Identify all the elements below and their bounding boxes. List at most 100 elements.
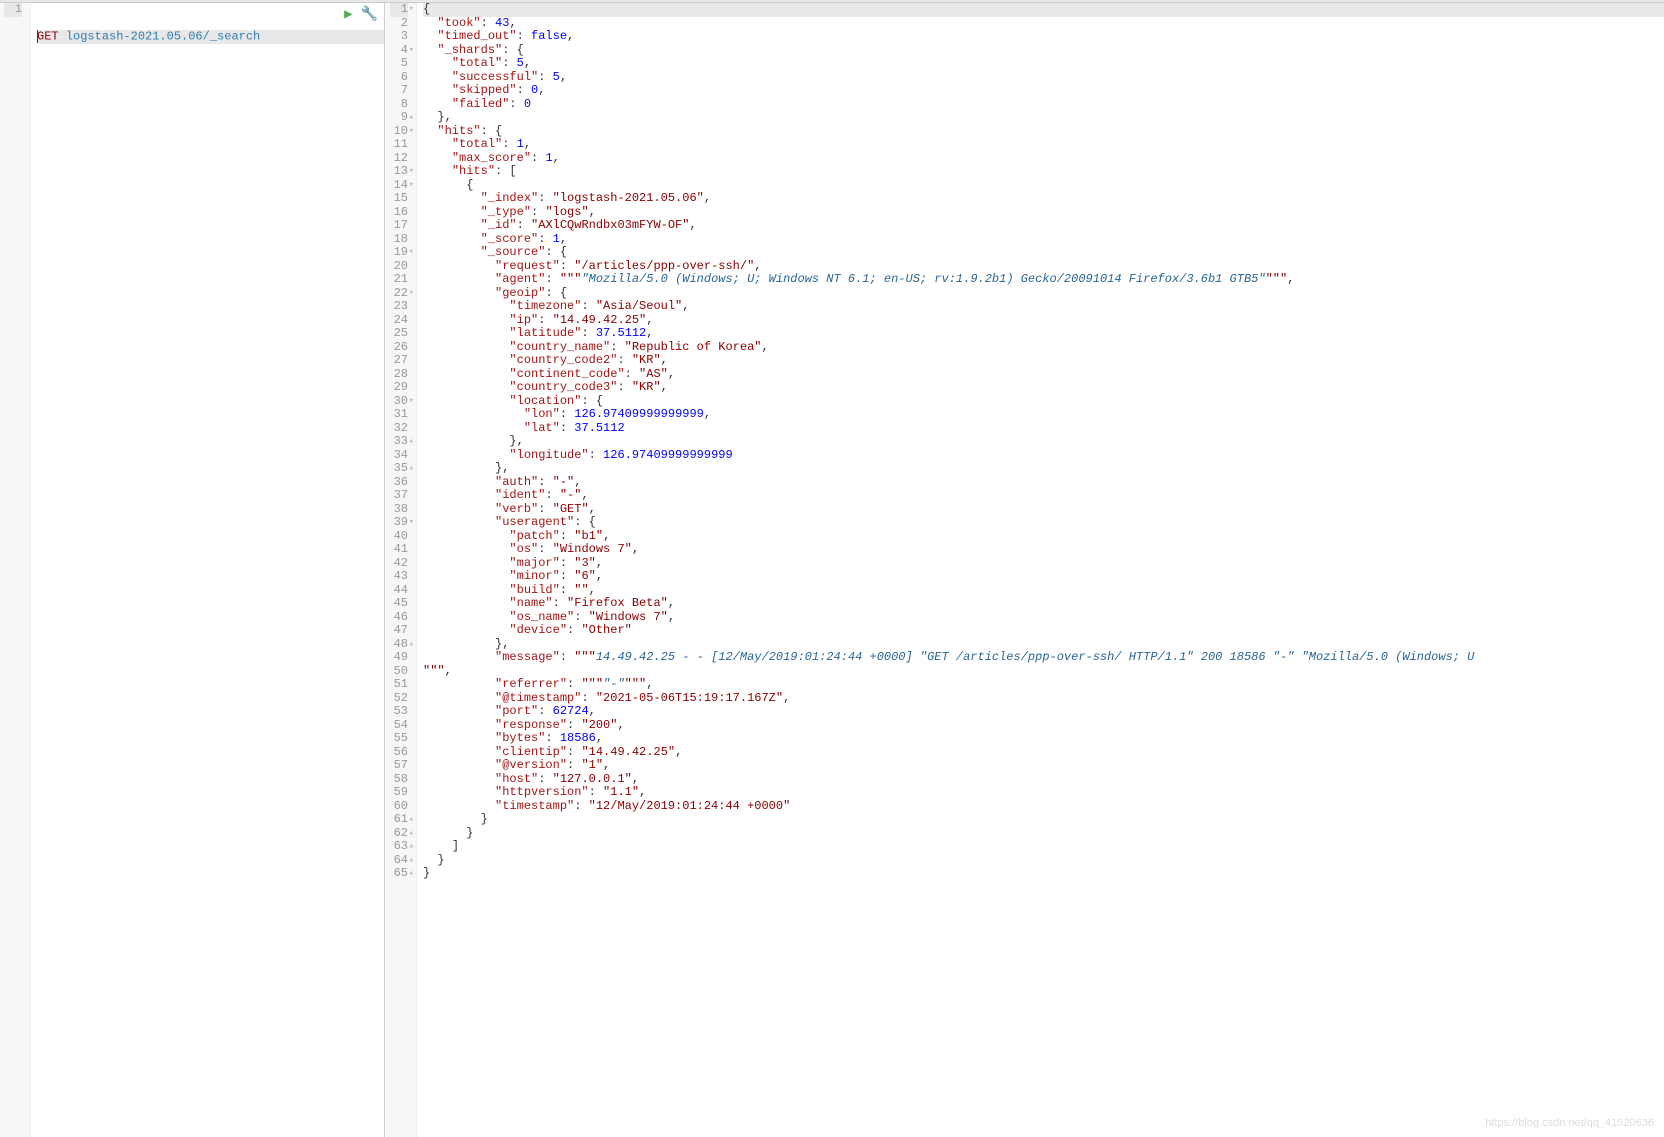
code-line[interactable]: "longitude": 126.97409999999999 <box>423 449 1664 463</box>
code-line[interactable]: "os": "Windows 7", <box>423 543 1664 557</box>
code-line[interactable]: }, <box>423 462 1664 476</box>
code-line[interactable]: { <box>423 179 1664 193</box>
code-line[interactable]: }, <box>423 435 1664 449</box>
fold-toggle-icon[interactable]: ▾ <box>409 165 414 179</box>
fold-toggle-icon[interactable]: ▴ <box>409 813 414 827</box>
fold-toggle-icon[interactable]: ▴ <box>409 854 414 868</box>
code-line[interactable]: "port": 62724, <box>423 705 1664 719</box>
code-line[interactable]: "latitude": 37.5112, <box>423 327 1664 341</box>
code-line[interactable]: "failed": 0 <box>423 98 1664 112</box>
code-line[interactable]: "_source": { <box>423 246 1664 260</box>
code-line[interactable]: "total": 1, <box>423 138 1664 152</box>
code-line[interactable]: "referrer": """"-"""", <box>423 678 1664 692</box>
code-line[interactable]: "lat": 37.5112 <box>423 422 1664 436</box>
fold-toggle-icon[interactable]: ▴ <box>409 840 414 854</box>
code-line[interactable]: }, <box>423 111 1664 125</box>
code-line[interactable]: "lon": 126.97409999999999, <box>423 408 1664 422</box>
code-line[interactable]: "device": "Other" <box>423 624 1664 638</box>
fold-toggle-icon[interactable]: ▴ <box>409 435 414 449</box>
token-pad <box>423 407 524 421</box>
fold-toggle-icon[interactable]: ▾ <box>409 44 414 58</box>
code-line[interactable]: "@timestamp": "2021-05-06T15:19:17.167Z"… <box>423 692 1664 706</box>
code-line[interactable]: """, <box>423 665 1664 679</box>
code-line[interactable]: ] <box>423 840 1664 854</box>
code-line[interactable]: } <box>423 854 1664 868</box>
request-editor[interactable]: 1 GET logstash-2021.05.06/_search <box>0 3 384 1137</box>
code-line[interactable]: "_type": "logs", <box>423 206 1664 220</box>
code-line[interactable]: "successful": 5, <box>423 71 1664 85</box>
wrench-icon[interactable]: 🔧 <box>361 6 378 23</box>
code-line[interactable]: "timestamp": "12/May/2019:01:24:44 +0000… <box>423 800 1664 814</box>
code-line[interactable]: } <box>423 813 1664 827</box>
code-line[interactable]: "country_code2": "KR", <box>423 354 1664 368</box>
code-line[interactable]: "hits": [ <box>423 165 1664 179</box>
code-line[interactable]: "geoip": { <box>423 287 1664 301</box>
code-line[interactable]: "@version": "1", <box>423 759 1664 773</box>
code-line[interactable]: "clientip": "14.49.42.25", <box>423 746 1664 760</box>
token-punc: , <box>553 151 560 165</box>
code-line[interactable]: "total": 5, <box>423 57 1664 71</box>
code-line[interactable]: } <box>423 867 1664 881</box>
fold-toggle-icon[interactable]: ▾ <box>409 125 414 139</box>
code-line[interactable]: "message": """14.49.42.25 - - [12/May/20… <box>423 651 1664 665</box>
token-punc: , <box>524 56 531 70</box>
code-line[interactable]: "verb": "GET", <box>423 503 1664 517</box>
fold-toggle-icon[interactable]: ▴ <box>409 638 414 652</box>
code-line[interactable]: "build": "", <box>423 584 1664 598</box>
code-line[interactable]: "max_score": 1, <box>423 152 1664 166</box>
fold-toggle-icon[interactable]: ▾ <box>409 3 414 17</box>
run-icon[interactable]: ▶ <box>344 6 352 23</box>
code-line[interactable]: "name": "Firefox Beta", <box>423 597 1664 611</box>
drag-dots-icon[interactable]: ⋮ <box>386 753 388 765</box>
code-line[interactable]: "response": "200", <box>423 719 1664 733</box>
code-line[interactable]: "request": "/articles/ppp-over-ssh/", <box>423 260 1664 274</box>
code-line[interactable]: "took": 43, <box>423 17 1664 31</box>
code-line[interactable]: "host": "127.0.0.1", <box>423 773 1664 787</box>
code-line[interactable]: "os_name": "Windows 7", <box>423 611 1664 625</box>
code-line[interactable]: "_score": 1, <box>423 233 1664 247</box>
fold-toggle-icon[interactable]: ▾ <box>409 246 414 260</box>
fold-toggle-icon[interactable]: ▾ <box>409 516 414 530</box>
fold-toggle-icon[interactable]: ▴ <box>409 867 414 881</box>
line-number: 50 <box>390 665 408 679</box>
code-line[interactable]: "skipped": 0, <box>423 84 1664 98</box>
code-line[interactable]: "continent_code": "AS", <box>423 368 1664 382</box>
code-line[interactable]: "httpversion": "1.1", <box>423 786 1664 800</box>
fold-toggle-icon[interactable]: ▾ <box>409 395 414 409</box>
request-line[interactable]: GET logstash-2021.05.06/_search <box>37 30 384 44</box>
code-line[interactable]: "agent": """"Mozilla/5.0 (Windows; U; Wi… <box>423 273 1664 287</box>
fold-toggle-icon[interactable]: ▴ <box>409 462 414 476</box>
request-code[interactable]: GET logstash-2021.05.06/_search <box>31 3 384 1137</box>
fold-toggle-icon[interactable]: ▾ <box>409 179 414 193</box>
response-code[interactable]: { "took": 43, "timed_out": false, "_shar… <box>417 3 1664 1137</box>
code-line[interactable]: "country_name": "Republic of Korea", <box>423 341 1664 355</box>
code-line[interactable]: "major": "3", <box>423 557 1664 571</box>
code-line[interactable]: "auth": "-", <box>423 476 1664 490</box>
code-line[interactable]: "bytes": 18586, <box>423 732 1664 746</box>
line-number: 37 <box>390 489 408 503</box>
code-line[interactable]: "patch": "b1", <box>423 530 1664 544</box>
fold-toggle-icon[interactable]: ▴ <box>409 111 414 125</box>
code-line[interactable]: "minor": "6", <box>423 570 1664 584</box>
code-line[interactable]: "_index": "logstash-2021.05.06", <box>423 192 1664 206</box>
code-line[interactable]: "_shards": { <box>423 44 1664 58</box>
code-line[interactable]: "ident": "-", <box>423 489 1664 503</box>
token-pad <box>423 191 481 205</box>
fold-toggle-icon[interactable]: ▾ <box>409 287 414 301</box>
code-line[interactable]: { <box>423 3 1664 17</box>
scrollbar-vertical[interactable] <box>1656 3 1664 1137</box>
code-line[interactable]: "location": { <box>423 395 1664 409</box>
token-key: "location" <box>509 394 581 408</box>
token-punc: , <box>668 610 675 624</box>
code-line[interactable]: }, <box>423 638 1664 652</box>
code-line[interactable]: "country_code3": "KR", <box>423 381 1664 395</box>
response-editor[interactable]: 1▾234▾56789▴10▾111213▾14▾1516171819▾2021… <box>386 3 1664 1137</box>
code-line[interactable]: "useragent": { <box>423 516 1664 530</box>
code-line[interactable]: "hits": { <box>423 125 1664 139</box>
code-line[interactable]: "ip": "14.49.42.25", <box>423 314 1664 328</box>
code-line[interactable]: "timed_out": false, <box>423 30 1664 44</box>
fold-toggle-icon[interactable]: ▴ <box>409 827 414 841</box>
code-line[interactable]: } <box>423 827 1664 841</box>
code-line[interactable]: "timezone": "Asia/Seoul", <box>423 300 1664 314</box>
code-line[interactable]: "_id": "AXlCQwRndbx03mFYW-OF", <box>423 219 1664 233</box>
